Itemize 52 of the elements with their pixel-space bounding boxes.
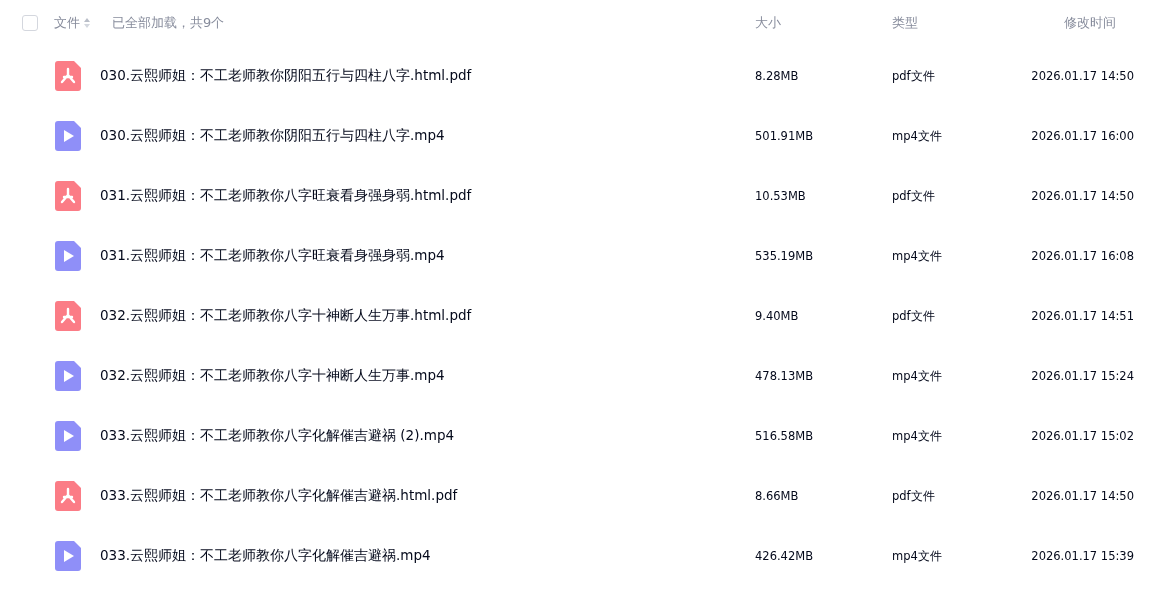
file-type: mp4文件 (892, 248, 943, 264)
modified-time: 2026.01.17 15:02 (1030, 429, 1134, 443)
sort-icon[interactable] (84, 18, 90, 28)
file-name[interactable]: 032.云熙师姐：不工老师教你八字十神断人生万事.html.pdf (100, 307, 472, 325)
modified-time: 2026.01.17 16:08 (1030, 249, 1134, 263)
file-type: mp4文件 (892, 128, 943, 144)
file-name[interactable]: 030.云熙师姐：不工老师教你阴阳五行与四柱八字.mp4 (100, 127, 445, 145)
modified-time: 2026.01.17 14:50 (1030, 189, 1134, 203)
load-status: 已全部加载，共9个 (112, 14, 225, 32)
file-type: mp4文件 (892, 368, 943, 384)
name-column-header[interactable]: 文件 (54, 14, 80, 32)
video-file-icon (55, 241, 81, 271)
pdf-file-icon (55, 301, 81, 331)
modified-time: 2026.01.17 16:00 (1030, 129, 1134, 143)
file-name[interactable]: 031.云熙师姐：不工老师教你八字旺衰看身强身弱.html.pdf (100, 187, 472, 205)
file-size: 8.28MB (755, 69, 800, 83)
file-size: 426.42MB (755, 549, 815, 563)
type-column-header: 类型 (892, 14, 919, 32)
file-name[interactable]: 033.云熙师姐：不工老师教你八字化解催吉避祸.mp4 (100, 547, 431, 565)
select-all-checkbox[interactable] (22, 15, 38, 31)
size-column-header: 大小 (755, 14, 782, 32)
file-size: 9.40MB (755, 309, 800, 323)
file-name[interactable]: 030.云熙师姐：不工老师教你阴阳五行与四柱八字.html.pdf (100, 67, 472, 85)
file-size: 8.66MB (755, 489, 800, 503)
file-size: 516.58MB (755, 429, 815, 443)
file-size: 535.19MB (755, 249, 815, 263)
file-type: pdf文件 (892, 68, 936, 84)
time-column-header: 修改时间 (1063, 14, 1116, 32)
file-type: pdf文件 (892, 488, 936, 504)
file-type: pdf文件 (892, 188, 936, 204)
file-name[interactable]: 032.云熙师姐：不工老师教你八字十神断人生万事.mp4 (100, 367, 445, 385)
modified-time: 2026.01.17 15:39 (1030, 549, 1134, 563)
video-file-icon (55, 541, 81, 571)
file-name[interactable]: 031.云熙师姐：不工老师教你八字旺衰看身强身弱.mp4 (100, 247, 445, 265)
modified-time: 2026.01.17 14:51 (1030, 309, 1134, 323)
file-size: 501.91MB (755, 129, 815, 143)
modified-time: 2026.01.17 14:50 (1030, 69, 1134, 83)
pdf-file-icon (55, 61, 81, 91)
modified-time: 2026.01.17 14:50 (1030, 489, 1134, 503)
video-file-icon (55, 361, 81, 391)
modified-time: 2026.01.17 15:24 (1030, 369, 1134, 383)
file-size: 478.13MB (755, 369, 815, 383)
file-type: mp4文件 (892, 428, 943, 444)
file-size: 10.53MB (755, 189, 807, 203)
file-type: mp4文件 (892, 548, 943, 564)
file-name[interactable]: 033.云熙师姐：不工老师教你八字化解催吉避祸.html.pdf (100, 487, 458, 505)
pdf-file-icon (55, 181, 81, 211)
video-file-icon (55, 121, 81, 151)
file-name[interactable]: 033.云熙师姐：不工老师教你八字化解催吉避祸 (2).mp4 (100, 427, 455, 445)
pdf-file-icon (55, 481, 81, 511)
video-file-icon (55, 421, 81, 451)
file-type: pdf文件 (892, 308, 936, 324)
